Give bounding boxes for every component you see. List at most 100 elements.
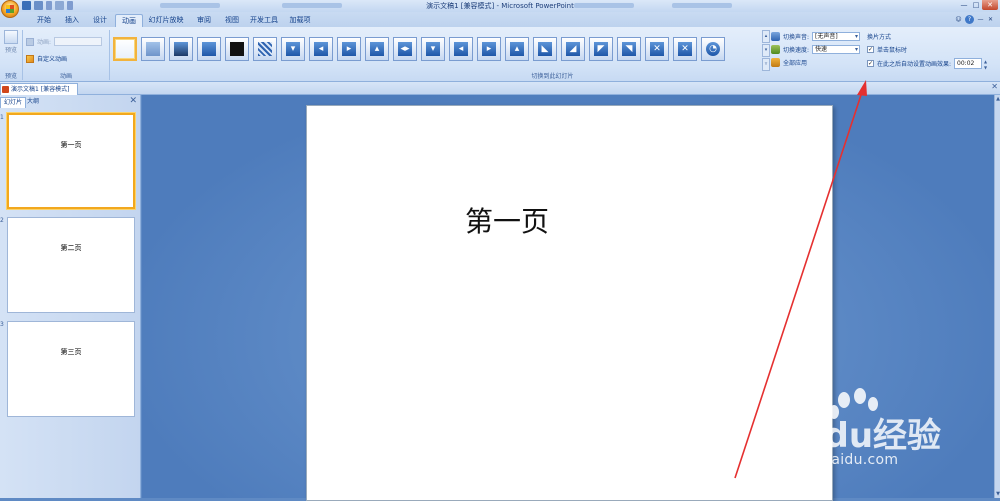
watermark-url: jingyan.baidu.com bbox=[764, 452, 899, 468]
powerpoint-icon bbox=[2, 86, 9, 93]
auto-advance-time-input[interactable]: 00:02 ▲ ▼ bbox=[954, 58, 987, 69]
transition-push-up[interactable]: ▴ bbox=[505, 37, 529, 61]
apply-to-all-button[interactable]: 全部应用 bbox=[771, 58, 807, 67]
help-area: ☺ ? — ✕ bbox=[955, 15, 994, 24]
gallery-more[interactable]: ▿ bbox=[762, 58, 770, 71]
transition-wipe-right[interactable]: ▸ bbox=[337, 37, 361, 61]
auto-advance-label: 在此之后自动设置动画效果: bbox=[877, 61, 952, 68]
tab-home[interactable]: 开始 bbox=[31, 14, 57, 27]
slide-thumbnail-3[interactable]: 第三页 bbox=[7, 321, 135, 417]
panel-close-icon[interactable]: ✕ bbox=[129, 96, 137, 106]
transition-gallery: ▾ ◂ ▸ ▴ ◂▸ ▾ ◂ ▸ ▴ ◣ ◢ ◤ ◥ ✕ ✕ ◔ bbox=[110, 30, 762, 68]
current-slide[interactable]: 第一页 bbox=[306, 105, 833, 501]
on-mouse-click-checkbox[interactable]: ✓ bbox=[867, 46, 874, 53]
apply-all-icon bbox=[771, 58, 780, 67]
close-button[interactable]: ✕ bbox=[982, 0, 998, 10]
on-mouse-click-row: ✓ 单击鼠标时 bbox=[867, 45, 907, 54]
tab-slides[interactable]: 幻灯片 bbox=[0, 97, 27, 108]
time-spinner[interactable]: ▲ ▼ bbox=[982, 59, 989, 70]
slide-title[interactable]: 第一页 bbox=[307, 200, 707, 240]
group-label-transition: 切换到此幻灯片 bbox=[531, 73, 574, 80]
document-close-icon[interactable]: ✕ bbox=[991, 82, 998, 91]
transition-fade-through-black[interactable] bbox=[169, 37, 193, 61]
slide-number: 2 bbox=[0, 217, 4, 224]
slide-number: 3 bbox=[0, 321, 4, 328]
animate-row: 动画: bbox=[26, 37, 103, 46]
custom-animation-icon bbox=[26, 54, 34, 63]
transition-wipe-up[interactable]: ▴ bbox=[365, 37, 389, 61]
transition-push-left[interactable]: ◂ bbox=[449, 37, 473, 61]
advance-slide-heading-text: 换片方式 bbox=[867, 34, 892, 41]
animate-icon bbox=[26, 37, 34, 46]
group-separator bbox=[22, 30, 23, 80]
tab-developer[interactable]: 开发工具 bbox=[247, 14, 281, 27]
slide-thumbnail-1[interactable]: 第一页 bbox=[7, 113, 135, 209]
on-mouse-click-label: 单击鼠标时 bbox=[877, 47, 908, 54]
tab-review[interactable]: 审阅 bbox=[191, 14, 217, 27]
transition-wipe-down[interactable]: ▾ bbox=[281, 37, 305, 61]
transition-push-right[interactable]: ▸ bbox=[477, 37, 501, 61]
slide-number: 1 bbox=[0, 114, 4, 121]
transition-speed-dropdown[interactable]: 快速 bbox=[812, 45, 861, 54]
gallery-scroll-up[interactable]: ▴ bbox=[762, 30, 770, 43]
ribbon-tabs: 开始 插入 设计 动画 幻灯片放映 审阅 视图 开发工具 加载项 ☺ ? — ✕ bbox=[0, 12, 1000, 27]
transition-cover-up-right[interactable]: ◥ bbox=[617, 37, 641, 61]
transition-sound-dropdown[interactable]: [无声音] bbox=[812, 32, 861, 41]
transition-zoom-out[interactable]: ✕ bbox=[673, 37, 697, 61]
watermark-brand: Baidu经验 bbox=[764, 416, 942, 456]
scroll-up-icon[interactable]: ▲ bbox=[995, 95, 1000, 103]
transition-wipe-left[interactable]: ◂ bbox=[309, 37, 333, 61]
slide-thumbnail-2[interactable]: 第二页 bbox=[7, 217, 135, 313]
advance-slide-heading: 换片方式 bbox=[867, 32, 891, 41]
transition-cut-through-black[interactable] bbox=[225, 37, 249, 61]
transition-push-down[interactable]: ▾ bbox=[421, 37, 445, 61]
smiley-icon[interactable]: ☺ bbox=[955, 15, 962, 24]
window-controls: — □ ✕ bbox=[958, 0, 998, 10]
document-tab-strip: 演示文稿1 [兼容模式] ✕ bbox=[0, 82, 1000, 95]
panel-tabs: 幻灯片 大纲 ✕ bbox=[0, 96, 141, 108]
tab-outline[interactable]: 大纲 bbox=[24, 97, 42, 108]
gallery-scroll-down[interactable]: ▾ bbox=[762, 44, 770, 57]
maximize-button[interactable]: □ bbox=[970, 0, 982, 10]
office-button[interactable] bbox=[1, 0, 19, 18]
transition-none[interactable] bbox=[113, 37, 137, 61]
ribbon: 预览 预览 动画: 自定义动画 动画 ▾ ◂ ▸ ▴ ◂▸ ▾ ◂ ▸ ▴ ◣ … bbox=[0, 27, 1000, 82]
transition-split[interactable]: ◂▸ bbox=[393, 37, 417, 61]
tab-addins[interactable]: 加载项 bbox=[285, 14, 315, 27]
transition-cover-down-right[interactable]: ◢ bbox=[561, 37, 585, 61]
title-bar: 演示文稿1 [兼容模式] - Microsoft PowerPoint — □ … bbox=[0, 0, 1000, 12]
transition-fade-smoothly[interactable] bbox=[141, 37, 165, 61]
transition-wheel[interactable]: ◔ bbox=[701, 37, 725, 61]
transition-cover-up-left[interactable]: ◤ bbox=[589, 37, 613, 61]
transition-cut[interactable] bbox=[197, 37, 221, 61]
tab-design[interactable]: 设计 bbox=[87, 14, 113, 27]
baidu-watermark: Baidu经验 jingyan.baidu.com bbox=[764, 388, 964, 478]
tab-slideshow[interactable]: 幻灯片放映 bbox=[145, 14, 187, 27]
animate-label: 动画: bbox=[37, 39, 52, 46]
preview-button-label: 预览 bbox=[4, 47, 17, 54]
tab-animations[interactable]: 动画 bbox=[115, 14, 143, 27]
custom-animation-button[interactable]: 自定义动画 bbox=[26, 54, 67, 63]
slide-thumbnail-title: 第三页 bbox=[60, 348, 82, 357]
document-tab[interactable]: 演示文稿1 [兼容模式] bbox=[0, 83, 78, 95]
transition-sound-label: 切换声音: bbox=[783, 34, 810, 41]
gallery-scrollbar: ▴ ▾ ▿ bbox=[762, 30, 770, 71]
tab-insert[interactable]: 插入 bbox=[59, 14, 85, 27]
transition-cover-down-left[interactable]: ◣ bbox=[533, 37, 557, 61]
tab-view[interactable]: 视图 bbox=[219, 14, 245, 27]
transition-speed-label: 切换速度: bbox=[783, 47, 810, 54]
preview-button[interactable]: 预览 bbox=[2, 30, 20, 54]
transition-zoom-in[interactable]: ✕ bbox=[645, 37, 669, 61]
scroll-down-icon[interactable]: ▼ bbox=[995, 490, 1000, 498]
transition-sound-row: 切换声音: [无声音] bbox=[771, 32, 861, 41]
auto-advance-checkbox[interactable]: ✓ bbox=[867, 60, 874, 67]
ribbon-minimize-icon[interactable]: — bbox=[977, 15, 984, 24]
help-icon[interactable]: ? bbox=[965, 15, 974, 24]
apply-to-all-label: 全部应用 bbox=[783, 60, 808, 67]
transition-dissolve[interactable] bbox=[253, 37, 277, 61]
doc-close-icon[interactable]: ✕ bbox=[987, 15, 994, 24]
vertical-scrollbar[interactable]: ▲ ▼ bbox=[994, 95, 1000, 498]
spinner-down-icon[interactable]: ▼ bbox=[982, 65, 989, 71]
minimize-button[interactable]: — bbox=[958, 0, 970, 10]
document-tab-label: 演示文稿1 [兼容模式] bbox=[11, 86, 70, 93]
